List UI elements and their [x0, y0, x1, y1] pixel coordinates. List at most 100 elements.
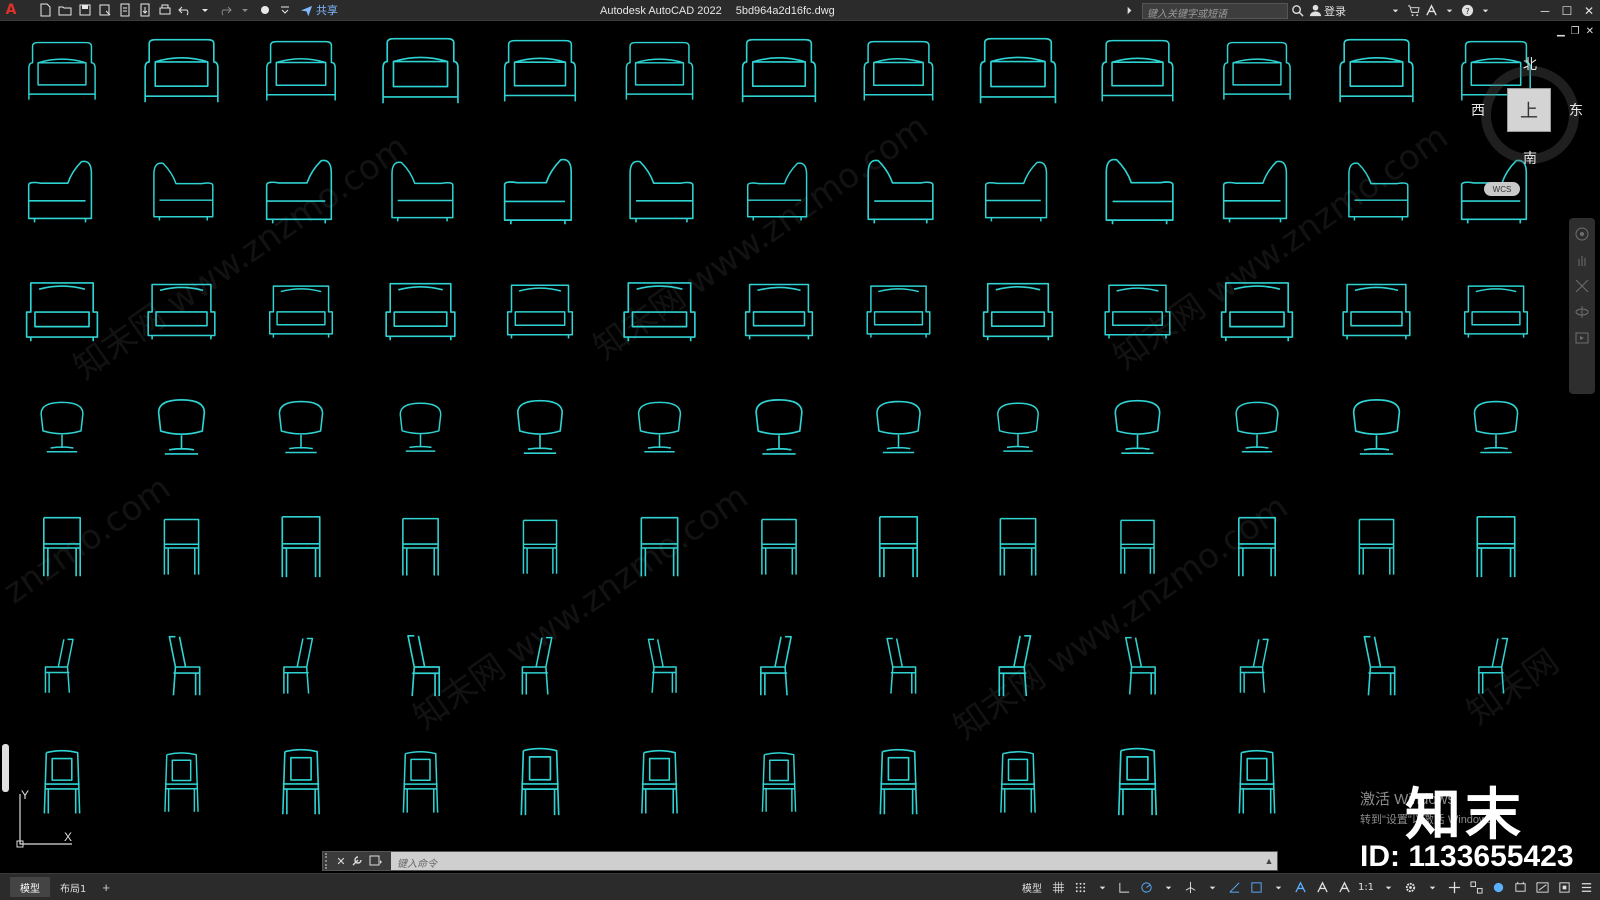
clean-screen-icon[interactable] — [1532, 878, 1552, 898]
add-layout-button[interactable]: + — [102, 880, 110, 895]
command-customize-icon[interactable] — [349, 852, 365, 870]
isodraft-dropdown-icon[interactable] — [1202, 878, 1222, 898]
chair-block[interactable] — [28, 41, 96, 100]
maximize-button[interactable]: ☐ — [1556, 0, 1578, 21]
chair-block[interactable] — [391, 161, 454, 222]
isolate-objects-icon[interactable] — [1488, 878, 1508, 898]
chair-block[interactable] — [522, 519, 558, 574]
login-link[interactable]: 登录 — [1324, 3, 1346, 19]
chair-block[interactable] — [144, 38, 219, 103]
chair-block[interactable] — [157, 399, 206, 455]
showmotion-icon[interactable] — [1574, 330, 1590, 346]
tab-layout1[interactable]: 布局1 — [50, 877, 96, 897]
annotation-visibility-icon[interactable] — [1290, 878, 1310, 898]
furniture-drawing[interactable] — [0, 22, 1600, 852]
annotation-monitor-icon[interactable] — [1444, 878, 1464, 898]
chair-block[interactable] — [629, 160, 694, 223]
cart-icon[interactable] — [1404, 2, 1422, 20]
chair-block[interactable] — [1220, 282, 1294, 342]
chair-block[interactable] — [1238, 516, 1276, 577]
chair-block[interactable] — [1124, 636, 1156, 695]
zoom-extents-icon[interactable] — [1574, 278, 1590, 294]
workspace-icon[interactable] — [256, 1, 274, 19]
chair-block[interactable] — [503, 158, 573, 225]
chair-block[interactable] — [1238, 749, 1276, 814]
command-recent-dropdown-icon[interactable]: ▲ — [1261, 852, 1277, 870]
chair-block[interactable] — [44, 638, 74, 693]
command-close-icon[interactable]: ✕ — [333, 852, 349, 870]
chair-block[interactable] — [382, 37, 459, 104]
wcs-menu-button[interactable]: WCS — [1484, 182, 1520, 196]
chair-block[interactable] — [1348, 162, 1409, 221]
chair-block[interactable] — [1235, 401, 1279, 453]
chair-block[interactable] — [281, 515, 321, 578]
close-button[interactable]: ✕ — [1578, 0, 1600, 21]
chair-block[interactable] — [1222, 160, 1288, 223]
viewcube-top-face[interactable]: 上 — [1507, 88, 1551, 132]
chair-block[interactable] — [27, 160, 93, 223]
redo-dropdown-icon[interactable] — [236, 1, 254, 19]
chair-block[interactable] — [1114, 399, 1161, 455]
redo-icon[interactable] — [216, 1, 234, 19]
snap-icon[interactable] — [1070, 878, 1090, 898]
account-dropdown-icon[interactable] — [1440, 2, 1458, 20]
chair-block[interactable] — [984, 161, 1048, 222]
chair-block[interactable] — [1463, 285, 1529, 338]
workspace-dropdown-icon[interactable] — [1422, 878, 1442, 898]
save-icon[interactable] — [76, 1, 94, 19]
polar-tracking-icon[interactable] — [1136, 878, 1156, 898]
command-palette-handle[interactable] — [2, 744, 9, 792]
chair-block[interactable] — [1363, 635, 1396, 696]
chair-block[interactable] — [407, 634, 441, 697]
chair-block[interactable] — [520, 747, 560, 816]
chair-block[interactable] — [385, 282, 456, 341]
chair-block[interactable] — [399, 402, 442, 452]
chair-block[interactable] — [863, 40, 934, 101]
object-snap-tracking-icon[interactable] — [1224, 878, 1244, 898]
chair-block[interactable] — [744, 283, 814, 340]
chair-block[interactable] — [637, 401, 682, 453]
chair-block[interactable] — [268, 285, 334, 338]
viewcube[interactable]: 上 北 南 东 西 — [1471, 56, 1585, 170]
chair-block[interactable] — [1223, 41, 1291, 100]
chair-block[interactable] — [1339, 38, 1414, 103]
chair-block[interactable] — [503, 39, 577, 102]
customize-dropdown-icon[interactable] — [276, 1, 294, 19]
chair-block[interactable] — [640, 516, 679, 577]
pan-hand-icon[interactable] — [1574, 252, 1590, 268]
chair-block[interactable] — [1239, 638, 1269, 693]
chair-block[interactable] — [153, 162, 214, 221]
share-button[interactable]: 共享 — [300, 2, 338, 18]
search-icon[interactable] — [1288, 2, 1306, 20]
chair-block[interactable] — [1104, 284, 1171, 339]
autodesk-account-icon[interactable] — [1422, 2, 1440, 20]
chair-block[interactable] — [760, 635, 792, 696]
chair-block[interactable] — [1358, 518, 1395, 575]
polar-dropdown-icon[interactable] — [1158, 878, 1178, 898]
chair-block[interactable] — [879, 748, 918, 815]
chair-block[interactable] — [521, 636, 553, 695]
compass-west[interactable]: 西 — [1471, 100, 1485, 120]
chair-block[interactable] — [761, 752, 797, 812]
command-input[interactable]: 键入命令 — [391, 852, 1261, 870]
grid-icon[interactable] — [1048, 878, 1068, 898]
chair-block[interactable] — [282, 748, 320, 815]
chair-block[interactable] — [265, 159, 333, 224]
open-folder-icon[interactable] — [56, 1, 74, 19]
login-dropdown-icon[interactable] — [1386, 2, 1404, 20]
chair-block[interactable] — [761, 518, 797, 575]
command-line-grip[interactable] — [325, 853, 333, 869]
isodraft-icon[interactable] — [1180, 878, 1200, 898]
chair-block[interactable] — [876, 400, 921, 454]
undo-icon[interactable] — [176, 1, 194, 19]
chair-block[interactable] — [1105, 158, 1174, 225]
chair-block[interactable] — [25, 282, 99, 342]
chair-block[interactable] — [886, 637, 917, 694]
tab-model[interactable]: 模型 — [10, 877, 50, 897]
chair-block[interactable] — [625, 41, 694, 100]
chair-block[interactable] — [997, 402, 1039, 452]
ortho-icon[interactable] — [1114, 878, 1134, 898]
chair-block[interactable] — [506, 284, 574, 339]
minimize-button[interactable]: ─ — [1534, 0, 1556, 21]
chair-block[interactable] — [1476, 515, 1516, 578]
